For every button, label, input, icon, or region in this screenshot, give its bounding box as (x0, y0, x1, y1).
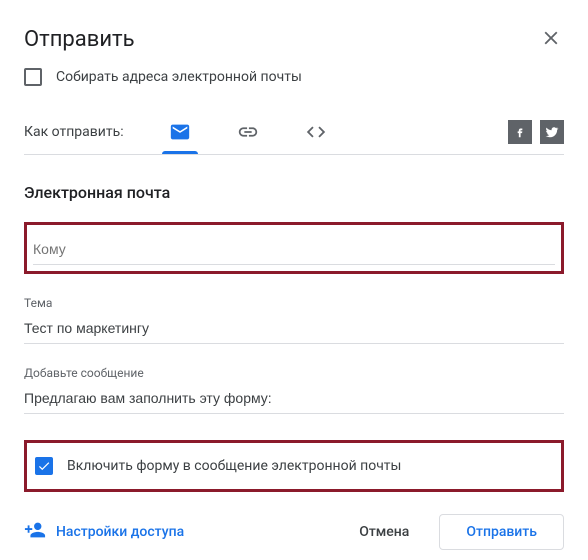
collect-emails-row: Собирать адреса электронной почты (24, 68, 564, 86)
access-settings-link[interactable]: Настройки доступа (24, 519, 184, 545)
tab-email[interactable] (156, 110, 204, 154)
to-input[interactable] (33, 241, 555, 257)
include-form-checkbox[interactable] (35, 457, 53, 475)
message-input[interactable] (24, 390, 564, 406)
close-icon[interactable] (540, 27, 564, 51)
message-label: Добавьте сообщение (24, 366, 564, 380)
collect-emails-checkbox[interactable] (24, 68, 42, 86)
tab-link[interactable] (224, 110, 272, 154)
include-form-highlight: Включить форму в сообщение электронной п… (24, 440, 564, 492)
to-field-highlight (24, 222, 564, 274)
facebook-icon[interactable] (508, 120, 532, 144)
dialog-body[interactable]: Собирать адреса электронной почты Как от… (0, 60, 588, 560)
include-form-label: Включить форму в сообщение электронной п… (67, 458, 401, 474)
cancel-button[interactable]: Отмена (337, 515, 431, 549)
subject-label: Тема (24, 296, 564, 310)
send-button[interactable]: Отправить (439, 514, 564, 550)
dialog-title: Отправить (24, 27, 135, 52)
send-via-label: Как отправить: (24, 124, 124, 140)
twitter-icon[interactable] (540, 120, 564, 144)
tab-embed[interactable] (292, 110, 340, 154)
dialog-header: Отправить (0, 0, 588, 60)
collect-emails-label: Собирать адреса электронной почты (56, 69, 302, 85)
dialog-footer: Настройки доступа Отмена Отправить (24, 514, 564, 550)
social-share (508, 120, 564, 144)
access-settings-label: Настройки доступа (56, 524, 184, 540)
send-via-row: Как отправить: (24, 110, 564, 155)
email-section-title: Электронная почта (24, 183, 564, 202)
subject-input[interactable] (24, 320, 564, 336)
send-dialog: Отправить Собирать адреса электронной по… (0, 0, 588, 560)
person-add-icon (24, 519, 46, 545)
